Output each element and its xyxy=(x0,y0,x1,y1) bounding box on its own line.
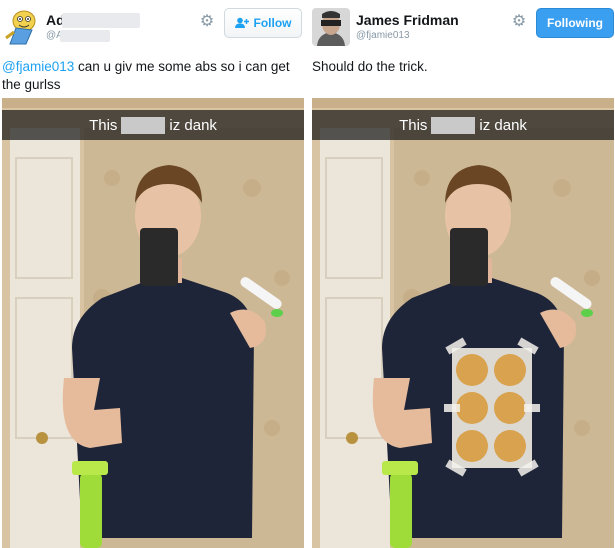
right-tweet-header: James Fridman @fjamie013 ⚙ Following xyxy=(310,0,615,58)
caption-after: iz dank xyxy=(169,116,217,134)
cartoon-avatar-icon[interactable] xyxy=(2,8,40,46)
caption-blur xyxy=(121,116,166,134)
following-button[interactable]: Following xyxy=(536,8,614,38)
left-tweet-text: @fjamie013 can u giv me some abs so i ca… xyxy=(2,58,302,94)
redacted-handle-blur xyxy=(60,30,110,42)
right-tweet-text: Should do the trick. xyxy=(312,59,428,74)
caption-after: iz dank xyxy=(479,116,527,134)
redacted-name-blur xyxy=(62,13,140,28)
left-photo-caption: This iz dank xyxy=(2,110,304,140)
follow-button[interactable]: Follow xyxy=(224,8,302,38)
following-button-label: Following xyxy=(547,16,603,30)
profile-photo-icon[interactable] xyxy=(312,8,350,46)
right-photo-caption: This iz dank xyxy=(312,110,614,140)
caption-before: This xyxy=(399,116,428,134)
right-display-name[interactable]: James Fridman xyxy=(356,12,459,28)
follow-button-label: Follow xyxy=(253,16,292,30)
add-user-icon xyxy=(234,17,249,28)
gear-icon[interactable]: ⚙ xyxy=(198,13,216,31)
mention-link[interactable]: @fjamie013 xyxy=(2,59,74,74)
left-tweet-header: Ad @A ⚙ Follow xyxy=(0,0,305,58)
right-tweet-photo[interactable]: This iz dank xyxy=(312,98,614,548)
caption-before: This xyxy=(89,116,118,134)
left-tweet-photo[interactable]: This iz dank xyxy=(2,98,304,548)
right-panel: James Fridman @fjamie013 ⚙ Following Sho… xyxy=(310,0,615,548)
taped-buns xyxy=(444,337,540,477)
caption-blur xyxy=(431,116,476,134)
left-panel: Ad @A ⚙ Follow @fjamie013 can u giv me s… xyxy=(0,0,305,548)
right-handle[interactable]: @fjamie013 xyxy=(356,30,410,41)
gear-icon[interactable]: ⚙ xyxy=(510,13,528,31)
